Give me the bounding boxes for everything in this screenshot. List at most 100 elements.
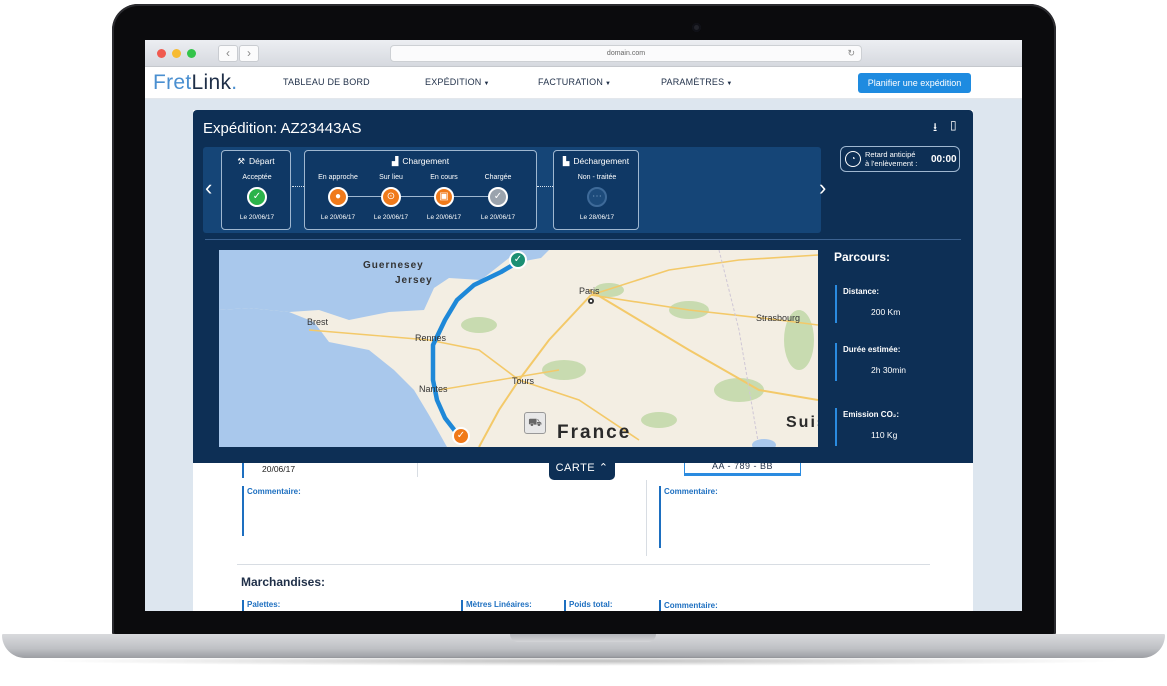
- step-label: Chargement: [402, 156, 450, 166]
- substep-date: Le 20/06/17: [373, 214, 409, 221]
- parcours-title: Parcours:: [834, 250, 891, 264]
- field-bar: [461, 600, 463, 611]
- map-label-strasbourg: Strasbourg: [756, 313, 801, 323]
- timeline-connector: [537, 186, 553, 187]
- check-icon: ✓: [488, 187, 508, 207]
- crane-icon: ▟: [391, 156, 399, 166]
- parcours-co2: Emission CO₂: 110 Kg: [835, 408, 955, 446]
- substep-acceptee[interactable]: Acceptée ✓ Le 20/06/17: [229, 174, 285, 221]
- comment-bar-right: [659, 486, 661, 548]
- chevron-right-icon[interactable]: ›: [819, 175, 826, 201]
- center-divider: [646, 480, 647, 556]
- substep-date: Le 28/06/17: [579, 214, 615, 221]
- map-label-tours: Tours: [512, 376, 535, 386]
- url-text: domain.com: [606, 50, 646, 57]
- section-divider: [237, 564, 930, 565]
- anticipated-delay: ◔ Retard anticipé à l'enlèvement : 00:00: [840, 146, 960, 172]
- parcours-value: 200 Km: [871, 307, 901, 317]
- pdf-icon[interactable]: ▯: [950, 118, 957, 132]
- pallets-label: Palettes:: [247, 600, 281, 609]
- logo-dot: .: [231, 71, 238, 94]
- marchandises-title: Marchandises:: [241, 575, 326, 589]
- caret-down-icon: ▼: [726, 81, 733, 87]
- fretlink-logo[interactable]: FretLink.: [153, 71, 237, 95]
- total-weight-label: Poids total:: [569, 600, 613, 609]
- map-label-paris: Paris: [579, 286, 600, 296]
- field-bar: [659, 600, 661, 611]
- step-label: Départ: [249, 156, 275, 166]
- substep-sur-lieu[interactable]: Sur lieu ⊙ Le 20/06/17: [363, 174, 419, 221]
- step-label: Déchargement: [573, 156, 630, 166]
- back-button[interactable]: ‹: [218, 45, 238, 62]
- substep-label: Chargée: [484, 174, 512, 181]
- parcours-value: 2h 30min: [871, 365, 906, 375]
- delay-label-line1: Retard anticipé: [865, 150, 916, 159]
- forward-button[interactable]: ›: [239, 45, 259, 62]
- substep-en-approche[interactable]: En approche ● Le 20/06/17: [310, 174, 366, 221]
- laptop-notch: [510, 634, 656, 642]
- plan-shipment-button[interactable]: Planifier une expédition: [858, 73, 971, 93]
- maximize-window-button[interactable]: [187, 49, 196, 58]
- nav-facturation[interactable]: FACTURATION ▼: [538, 77, 611, 87]
- substep-non-traitee[interactable]: Non - traitée ⋯ Le 28/06/17: [569, 174, 625, 221]
- arrival-icon: ⊙: [381, 187, 401, 207]
- browser-toolbar: ‹ › domain.com ↻: [145, 40, 1022, 67]
- shipment-title: Expédition: AZ23443AS: [203, 120, 362, 137]
- route-map[interactable]: Guernesey Jersey Paris Brest Rennes Stra…: [219, 250, 818, 447]
- step-depart-header: ⚒ Départ: [222, 156, 290, 167]
- nav-tableau-de-bord[interactable]: TABLEAU DE BORD: [283, 77, 370, 87]
- nav-expedition[interactable]: EXPÉDITION ▼: [425, 77, 490, 87]
- nav-parametres[interactable]: PARAMÈTRES ▼: [661, 77, 732, 87]
- comment-label-left: Commentaire:: [247, 487, 301, 496]
- screen: ‹ › domain.com ↻ FretLink. TABLEAU DE BO…: [145, 40, 1022, 611]
- delay-value: 00:00: [931, 154, 957, 165]
- panel-divider: [205, 239, 961, 240]
- download-icon[interactable]: ⭳: [933, 118, 937, 139]
- substep-date: Le 20/06/17: [426, 214, 462, 221]
- substep-label: Acceptée: [242, 174, 272, 181]
- caret-down-icon: ▼: [483, 81, 490, 87]
- minimize-window-button[interactable]: [172, 49, 181, 58]
- location-pin-icon: ●: [328, 187, 348, 207]
- step-depart: ⚒ Départ Acceptée ✓ Le 20/06/17: [221, 150, 291, 230]
- linear-meters-label: Mètres Linéaires:: [466, 600, 532, 609]
- field-bar: [564, 600, 566, 611]
- parcours-label: Durée estimée:: [843, 345, 901, 354]
- carte-toggle-button[interactable]: CARTE ⌃: [549, 458, 615, 480]
- substep-chargee[interactable]: Chargée ✓ Le 20/06/17: [470, 174, 526, 221]
- nav-label: PARAMÈTRES: [661, 77, 725, 87]
- map-label-france: France: [557, 422, 632, 443]
- substep-label: Sur lieu: [379, 174, 403, 181]
- timeline-connector: [292, 186, 304, 187]
- reload-icon[interactable]: ↻: [847, 46, 855, 61]
- nav-label: FACTURATION: [538, 77, 604, 87]
- shipment-timeline: ‹ ⚒ Départ Acceptée ✓ Le 20/06/17 ▟ Charge…: [203, 147, 826, 233]
- delay-label-line2: à l'enlèvement :: [865, 159, 918, 168]
- webcam: [692, 23, 701, 32]
- step-dechargement: ▙ Déchargement Non - traitée ⋯ Le 28/06/1…: [553, 150, 639, 230]
- map-label-jersey: Jersey: [395, 275, 433, 286]
- substep-en-cours[interactable]: En cours ▣ Le 20/06/17: [416, 174, 472, 221]
- nav-label: EXPÉDITION: [425, 77, 482, 87]
- map-graphic: [219, 250, 818, 447]
- origin-check-icon[interactable]: ✓: [452, 427, 470, 445]
- substep-label: En cours: [430, 174, 458, 181]
- map-label-suisse: Suis: [786, 414, 818, 431]
- substep-date: Le 20/06/17: [239, 214, 275, 221]
- truck-icon[interactable]: ⛟: [524, 412, 546, 434]
- close-window-button[interactable]: [157, 49, 166, 58]
- step-dechargement-header: ▙ Déchargement: [554, 156, 638, 167]
- parcours-label: Emission CO₂:: [843, 410, 900, 419]
- goods-comment-label: Commentaire:: [664, 601, 718, 610]
- app-header: FretLink. TABLEAU DE BORD EXPÉDITION ▼ FA…: [145, 67, 1022, 99]
- chevron-right-icon: ›: [247, 46, 251, 60]
- nav-label: TABLEAU DE BORD: [283, 77, 370, 87]
- field-bar: [242, 600, 244, 611]
- map-label-nantes: Nantes: [419, 384, 448, 394]
- map-label-guernesey: Guernesey: [363, 260, 424, 271]
- chevron-left-icon[interactable]: ‹: [205, 175, 212, 201]
- address-bar[interactable]: domain.com ↻: [390, 45, 862, 62]
- shipment-panel: Expédition: AZ23443AS ⭳ ▯ ‹ ⚒ Départ Acce…: [193, 110, 973, 463]
- column-divider: [417, 463, 418, 477]
- destination-check-icon[interactable]: ✓: [509, 251, 527, 269]
